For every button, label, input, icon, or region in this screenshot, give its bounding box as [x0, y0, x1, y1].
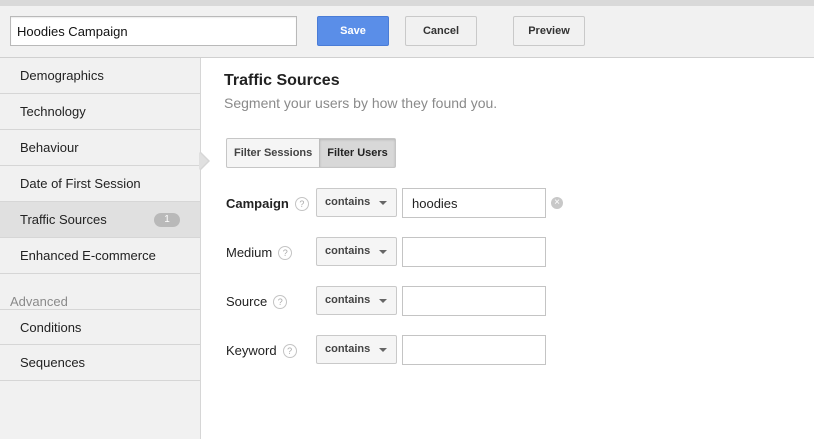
help-icon[interactable]: ? — [282, 344, 297, 358]
active-item-pointer — [199, 152, 208, 170]
operator-value: contains — [325, 245, 371, 257]
field-label: Campaign — [226, 196, 289, 211]
source-label: Source? — [226, 294, 288, 309]
save-button[interactable]: Save — [317, 16, 389, 46]
keyword-operator-select[interactable]: contains — [316, 335, 397, 364]
sidebar-item-traffic-sources[interactable]: Traffic Sources 1 — [0, 202, 200, 238]
medium-value-input[interactable] — [402, 237, 546, 267]
chevron-down-icon — [379, 250, 387, 254]
operator-value: contains — [325, 196, 371, 208]
close-icon[interactable]: × — [551, 197, 563, 209]
sidebar-item-demographics[interactable]: Demographics — [0, 58, 200, 94]
filter-sessions-button[interactable]: Filter Sessions — [227, 139, 319, 167]
source-operator-select[interactable]: contains — [316, 286, 397, 315]
help-icon[interactable]: ? — [294, 197, 309, 211]
sidebar-item-label: Conditions — [20, 320, 82, 335]
segment-category-sidebar: Demographics Technology Behaviour Date o… — [0, 58, 201, 439]
sidebar-item-label: Sequences — [20, 355, 86, 370]
page-subtitle: Segment your users by how they found you… — [224, 95, 498, 111]
chevron-down-icon — [379, 201, 387, 205]
operator-value: contains — [325, 343, 371, 355]
sidebar-item-technology[interactable]: Technology — [0, 94, 200, 130]
segment-editor-header: Save Cancel Preview — [0, 0, 814, 58]
field-label: Medium — [226, 245, 273, 260]
source-value-input[interactable] — [402, 286, 546, 316]
sidebar-item-sequences[interactable]: Sequences — [0, 345, 200, 381]
operator-value: contains — [325, 294, 371, 306]
sidebar-item-label: Technology — [20, 104, 86, 119]
preview-button[interactable]: Preview — [513, 16, 585, 46]
sidebar-item-label: Demographics — [20, 68, 104, 83]
help-icon[interactable]: ? — [273, 295, 288, 309]
medium-label: Medium? — [226, 245, 293, 260]
sidebar-item-label: Traffic Sources — [20, 212, 107, 227]
sidebar-item-label: Enhanced E-commerce — [20, 248, 156, 263]
sidebar-item-label: Behaviour — [20, 140, 79, 155]
field-label: Source — [226, 294, 268, 309]
campaign-label: Campaign? — [226, 196, 309, 211]
segment-name-input[interactable] — [10, 16, 297, 46]
medium-operator-select[interactable]: contains — [316, 237, 397, 266]
filter-users-button[interactable]: Filter Users — [319, 139, 395, 167]
filter-scope-toggle: Filter Sessions Filter Users — [226, 138, 396, 168]
campaign-operator-select[interactable]: contains — [316, 188, 397, 217]
chevron-down-icon — [379, 299, 387, 303]
advanced-section-heading: Advanced — [10, 294, 68, 309]
page-title: Traffic Sources — [224, 72, 340, 89]
sidebar-item-behaviour[interactable]: Behaviour — [0, 130, 200, 166]
help-icon[interactable]: ? — [278, 246, 293, 260]
sidebar-item-conditions[interactable]: Conditions — [0, 309, 200, 345]
cancel-button[interactable]: Cancel — [405, 16, 477, 46]
condition-count-badge: 1 — [154, 213, 180, 227]
field-label: Keyword — [226, 343, 277, 358]
chevron-down-icon — [379, 348, 387, 352]
sidebar-item-label: Date of First Session — [20, 176, 141, 191]
campaign-value-input[interactable] — [402, 188, 546, 218]
keyword-value-input[interactable] — [402, 335, 546, 365]
sidebar-item-enhanced-ecommerce[interactable]: Enhanced E-commerce — [0, 238, 200, 274]
keyword-label: Keyword? — [226, 343, 297, 358]
sidebar-item-date-of-first-session[interactable]: Date of First Session — [0, 166, 200, 202]
